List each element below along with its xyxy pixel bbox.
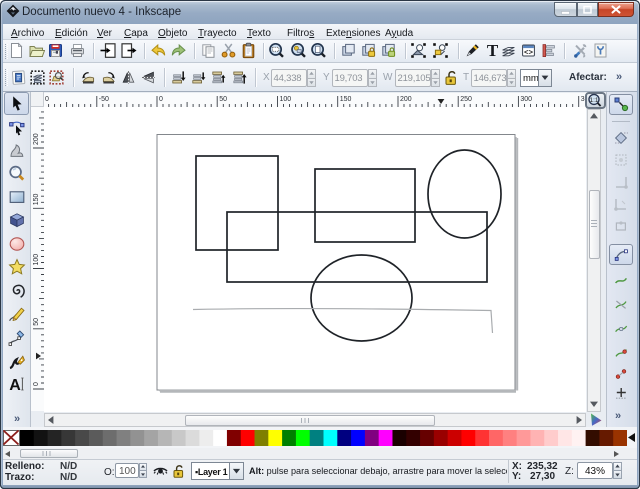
svg-text:50: 50 <box>33 318 40 326</box>
svg-text:<>: <> <box>524 49 534 57</box>
svg-text:0: 0 <box>45 96 49 103</box>
svg-text:100: 100 <box>280 96 292 103</box>
svg-text:T: T <box>487 42 499 59</box>
svg-text:-50: -50 <box>99 96 109 103</box>
svg-text:0: 0 <box>159 96 163 103</box>
svg-text:200: 200 <box>33 133 40 145</box>
svg-text:50: 50 <box>219 96 227 103</box>
svg-text:200: 200 <box>400 96 412 103</box>
svg-text:100: 100 <box>33 254 40 266</box>
svg-text:1:1: 1:1 <box>589 97 598 104</box>
svg-text:A: A <box>9 377 21 394</box>
svg-text:0: 0 <box>33 382 40 386</box>
svg-text:150: 150 <box>33 194 40 206</box>
svg-text:300: 300 <box>520 96 532 103</box>
svg-text:150: 150 <box>340 96 352 103</box>
svg-text:250: 250 <box>460 96 472 103</box>
